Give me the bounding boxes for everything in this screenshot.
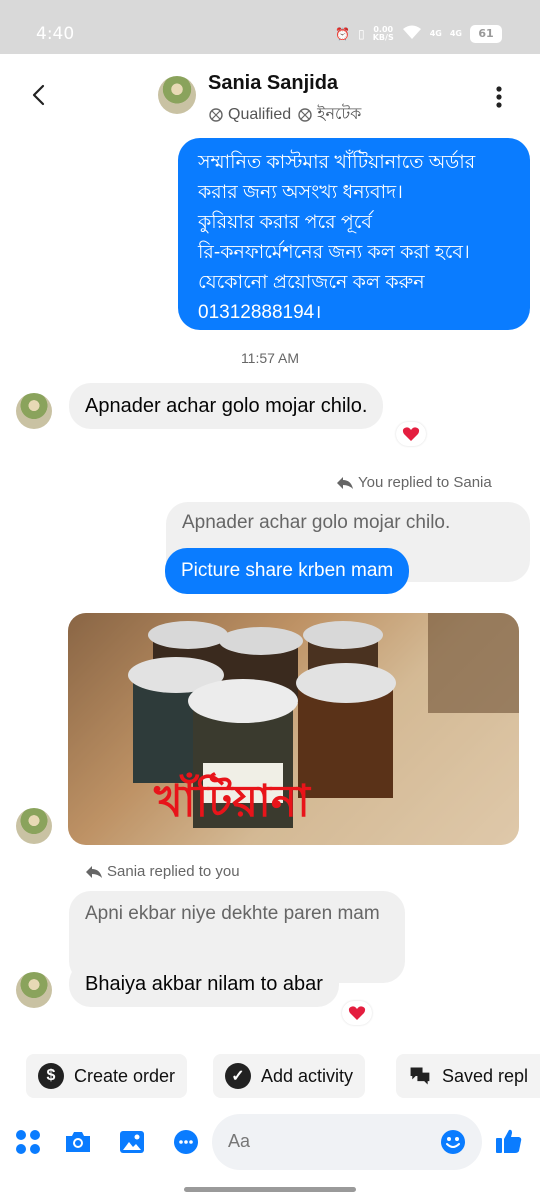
message-timestamp: 11:57 AM <box>240 350 300 366</box>
message-line: করার জন্য অসংখ্য ধন্যবাদ। <box>198 182 403 203</box>
tag-intake[interactable]: ইনটেক <box>297 101 361 128</box>
reply-label-text: Sania replied to you <box>107 863 240 880</box>
like-thumbs-up-icon[interactable] <box>494 1126 524 1156</box>
quoted-text: Apnader achar golo mojar chilo. <box>182 512 451 533</box>
chat-header: Sania Sanjida Qualified ইনটেক <box>0 54 540 138</box>
photo-caption: খাঁটিয়ানা <box>154 776 310 827</box>
shared-photo[interactable]: খাঁটিয়ানা <box>68 613 519 845</box>
quoted-text: Apni ekbar niye dekhte paren mam <box>85 903 380 924</box>
add-activity-button[interactable]: ✓ Add activity <box>213 1054 366 1098</box>
sender-avatar[interactable] <box>16 972 52 1008</box>
saved-replies-icon <box>410 1067 430 1085</box>
gesture-nav-bar[interactable] <box>184 1187 356 1192</box>
reply-arrow-icon <box>337 476 353 489</box>
message-line: 01312888194। <box>198 302 322 323</box>
message-input[interactable]: Aa <box>212 1114 482 1170</box>
tag-qualified[interactable]: Qualified <box>208 106 291 124</box>
apps-grid-icon[interactable] <box>14 1128 42 1156</box>
sender-avatar[interactable] <box>16 393 52 429</box>
dollar-icon: $ <box>38 1063 64 1089</box>
tag-icon <box>298 107 312 122</box>
saved-replies-button[interactable]: Saved repl <box>396 1054 540 1098</box>
battery-indicator: 61 <box>470 24 502 43</box>
back-arrow-icon[interactable] <box>24 80 54 110</box>
outgoing-message[interactable]: Picture share krben mam <box>165 548 410 594</box>
message-text: Apnader achar golo mojar chilo. <box>85 394 368 417</box>
heart-reaction[interactable] <box>396 422 426 446</box>
saved-replies-label: Saved repl <box>441 1065 528 1086</box>
create-order-button[interactable]: $ Create order <box>26 1054 188 1098</box>
signal-1-label: 4G <box>429 28 442 38</box>
status-icons: ⏰ ▯ 0.00 KB/S 4G 4G 61 <box>335 24 502 43</box>
tag-qualified-label: Qualified <box>228 105 292 123</box>
signal-2-label: 4G <box>449 28 462 38</box>
message-text: Picture share krben mam <box>181 560 394 581</box>
heart-icon <box>348 1006 366 1020</box>
message-text: Bhaiya akbar nilam to abar <box>85 972 323 995</box>
alarm-icon: ⏰ <box>335 26 351 41</box>
wifi-icon <box>402 24 422 43</box>
sender-avatar[interactable] <box>16 808 52 844</box>
net-speed: 0.00 KB/S <box>372 25 394 42</box>
incoming-message[interactable]: Bhaiya akbar nilam to abar <box>69 961 339 1007</box>
message-line: রি-কনফার্মেশনের জন্য কল করা হবে। <box>198 242 470 263</box>
create-order-label: Create order <box>74 1065 176 1086</box>
vibrate-icon: ▯ <box>358 26 365 41</box>
message-line: যেকোনো প্রয়োজনে কল করুন <box>198 272 425 293</box>
more-options-icon[interactable] <box>488 84 510 110</box>
message-input-placeholder: Aa <box>228 1131 251 1151</box>
add-activity-label: Add activity <box>261 1065 354 1086</box>
message-line: সম্মানিত কাস্টমার খাঁটিয়ানাতে অর্ডার <box>198 152 476 173</box>
heart-icon <box>402 427 420 441</box>
status-bar: 4:40 ⏰ ▯ 0.00 KB/S 4G 4G 61 <box>0 0 540 54</box>
message-composer: Aa <box>0 1112 540 1172</box>
outgoing-message-intro[interactable]: সম্মানিত কাস্টমার খাঁটিয়ানাতে অর্ডার কর… <box>178 138 530 330</box>
reply-indicator: Sania replied to you <box>85 863 240 880</box>
gallery-icon[interactable] <box>118 1128 146 1156</box>
message-line: কুরিয়ার করার পরে পূর্বে <box>198 212 372 233</box>
contact-name[interactable]: Sania Sanjida <box>208 72 338 95</box>
reply-label-text: You replied to Sania <box>358 474 492 491</box>
quick-actions-bar: $ Create order ✓ Add activity Saved repl <box>0 1054 540 1098</box>
contact-tags: Qualified ইনটেক <box>208 101 361 128</box>
heart-reaction[interactable] <box>342 1001 372 1025</box>
reply-indicator: You replied to Sania <box>336 474 492 491</box>
net-speed-unit: KB/S <box>372 32 394 42</box>
tag-icon <box>209 107 223 122</box>
check-circle-icon: ✓ <box>225 1063 251 1089</box>
camera-icon[interactable] <box>64 1128 92 1156</box>
status-time: 4:40 <box>36 24 75 44</box>
emoji-icon[interactable] <box>440 1129 466 1155</box>
reply-arrow-icon <box>86 865 102 878</box>
tag-intake-label: ইনটেক <box>317 106 362 123</box>
contact-avatar[interactable] <box>158 76 196 114</box>
saved-replies-chat-icon[interactable] <box>172 1128 200 1156</box>
incoming-message[interactable]: Apnader achar golo mojar chilo. <box>69 383 384 429</box>
